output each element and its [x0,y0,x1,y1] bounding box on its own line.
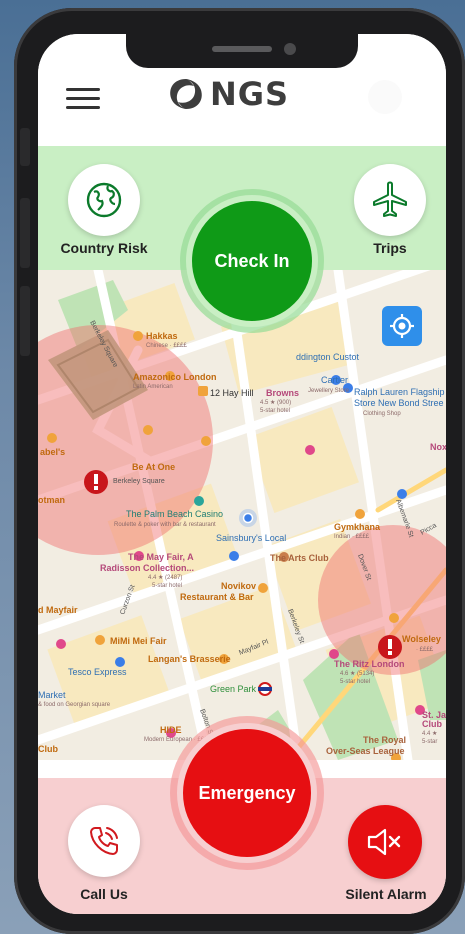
check-in-button[interactable]: Check In [186,195,318,327]
map-label: Over-Seas League [326,746,405,756]
map-label: Browns [266,388,299,398]
phone-side-button [20,128,30,166]
map-label: 5-star hotel [340,679,370,685]
map-label: The Ritz London [334,659,404,669]
map-label: Market [38,690,66,700]
map-label: Club [38,744,58,754]
restaurant-pin-icon[interactable] [133,331,143,341]
phone-call-icon [90,827,118,855]
map-label: Roulette & poker with bar & restaurant [114,522,216,528]
shop-pin-icon[interactable] [229,551,239,561]
map-label: 4.4 ★ (2487) [148,574,182,581]
building-pin-icon[interactable] [198,386,208,396]
map-label: Chinese · ££££ [146,343,187,349]
country-risk-button[interactable] [68,164,140,236]
map-label: Club [422,719,442,729]
risk-marker-icon[interactable] [84,470,108,494]
map-label: Clothing Shop [363,411,401,417]
map-label: otman [38,495,65,505]
map-label: Hakkas [146,331,178,341]
phone-notch [126,34,358,68]
map-label: The Arts Club [270,553,329,563]
restaurant-pin-icon[interactable] [389,613,399,623]
map-label: The May Fair, A [128,552,194,562]
map-label: Jewellery Store [308,388,350,394]
map-label: 5-star [422,739,437,745]
silent-alarm-button[interactable] [348,805,422,879]
shop-pin-icon[interactable] [115,657,125,667]
app-screen: NGS Country Risk Trips Hakkas Chinese · … [38,34,446,914]
map-label: Store New Bond Stree [354,398,444,408]
hotel-pin-icon[interactable] [329,649,339,659]
map-label: 5-star hotel [152,583,182,589]
restaurant-pin-icon[interactable] [143,425,153,435]
ngs-swirl-icon [170,79,202,109]
map-label: Latin American [133,384,173,390]
phone-side-button [20,286,30,356]
hotel-pin-icon[interactable] [305,445,315,455]
speaker-muted-icon [367,828,401,856]
risk-marker-icon[interactable] [378,635,402,659]
call-us-button[interactable] [68,805,140,877]
map-label: Ralph Lauren Flagship [354,387,445,397]
map-label: d Mayfair [38,605,78,615]
trips-label: Trips [373,240,407,256]
map-label: 4.6 ★ (5134) [340,670,374,677]
map-label: HIDE [160,725,182,735]
map-label: · ££££ [416,647,434,653]
crosshair-icon [390,314,414,338]
map-label: Gymkhana [334,522,381,532]
speaker-grille [212,46,272,52]
map-label: Amazonico London [133,372,217,382]
restaurant-pin-icon[interactable] [47,433,57,443]
map-label: Berkeley Square [113,478,165,485]
map-label: Be At One [132,462,175,472]
map-label: Nox [430,442,446,452]
restaurant-pin-icon[interactable] [95,635,105,645]
map-label: Wolseley [402,634,441,644]
map-label: MiMi Mei Fair [110,636,167,646]
map-label: The Palm Beach Casino [126,509,223,519]
restaurant-pin-icon[interactable] [201,436,211,446]
shop-pin-icon[interactable] [397,489,407,499]
map-label: Restaurant & Bar [180,592,254,602]
avatar[interactable] [368,80,402,114]
locate-button[interactable] [382,306,422,346]
globe-icon [86,182,122,218]
map-label: ddington Custot [296,352,360,362]
logo-text: NGS [210,75,290,113]
map-label: Radisson Collection... [100,563,194,573]
phone-side-button [20,198,30,268]
map-label: Novikov [221,581,256,591]
silent-alarm-label: Silent Alarm [345,886,427,902]
ngs-logo: NGS [166,74,289,114]
restaurant-pin-icon[interactable] [258,583,268,593]
airplane-icon [373,181,407,217]
hamburger-menu-icon[interactable] [66,84,100,112]
map-label: & food on Georgian square [38,702,111,708]
map-label: abel's [40,447,65,457]
restaurant-pin-icon[interactable] [355,509,365,519]
country-risk-label: Country Risk [60,240,148,256]
trips-button[interactable] [354,164,426,236]
hotel-pin-icon[interactable] [56,639,66,649]
emergency-button[interactable]: Emergency [177,723,317,863]
underground-bar [258,687,272,691]
map-label: 12 Hay Hill [210,388,254,398]
map-label: Green Park [210,684,257,694]
map-label: 5-star hotel [260,408,290,414]
call-us-label: Call Us [80,886,128,902]
map-label: The Royal [363,735,406,745]
map-label: Langan's Brasserie [148,654,231,664]
map-label: 4.4 ★ [422,730,437,737]
user-location-dot [242,512,254,524]
map-label: Sainsbury's Local [216,533,286,543]
casino-pin-icon[interactable] [194,496,204,506]
map-label: 4.5 ★ (900) [260,399,291,406]
map-label: Tesco Express [68,667,127,677]
map-label: Cartier [321,375,348,385]
map-label: Indian · ££££ [334,534,370,540]
front-camera [284,43,296,55]
